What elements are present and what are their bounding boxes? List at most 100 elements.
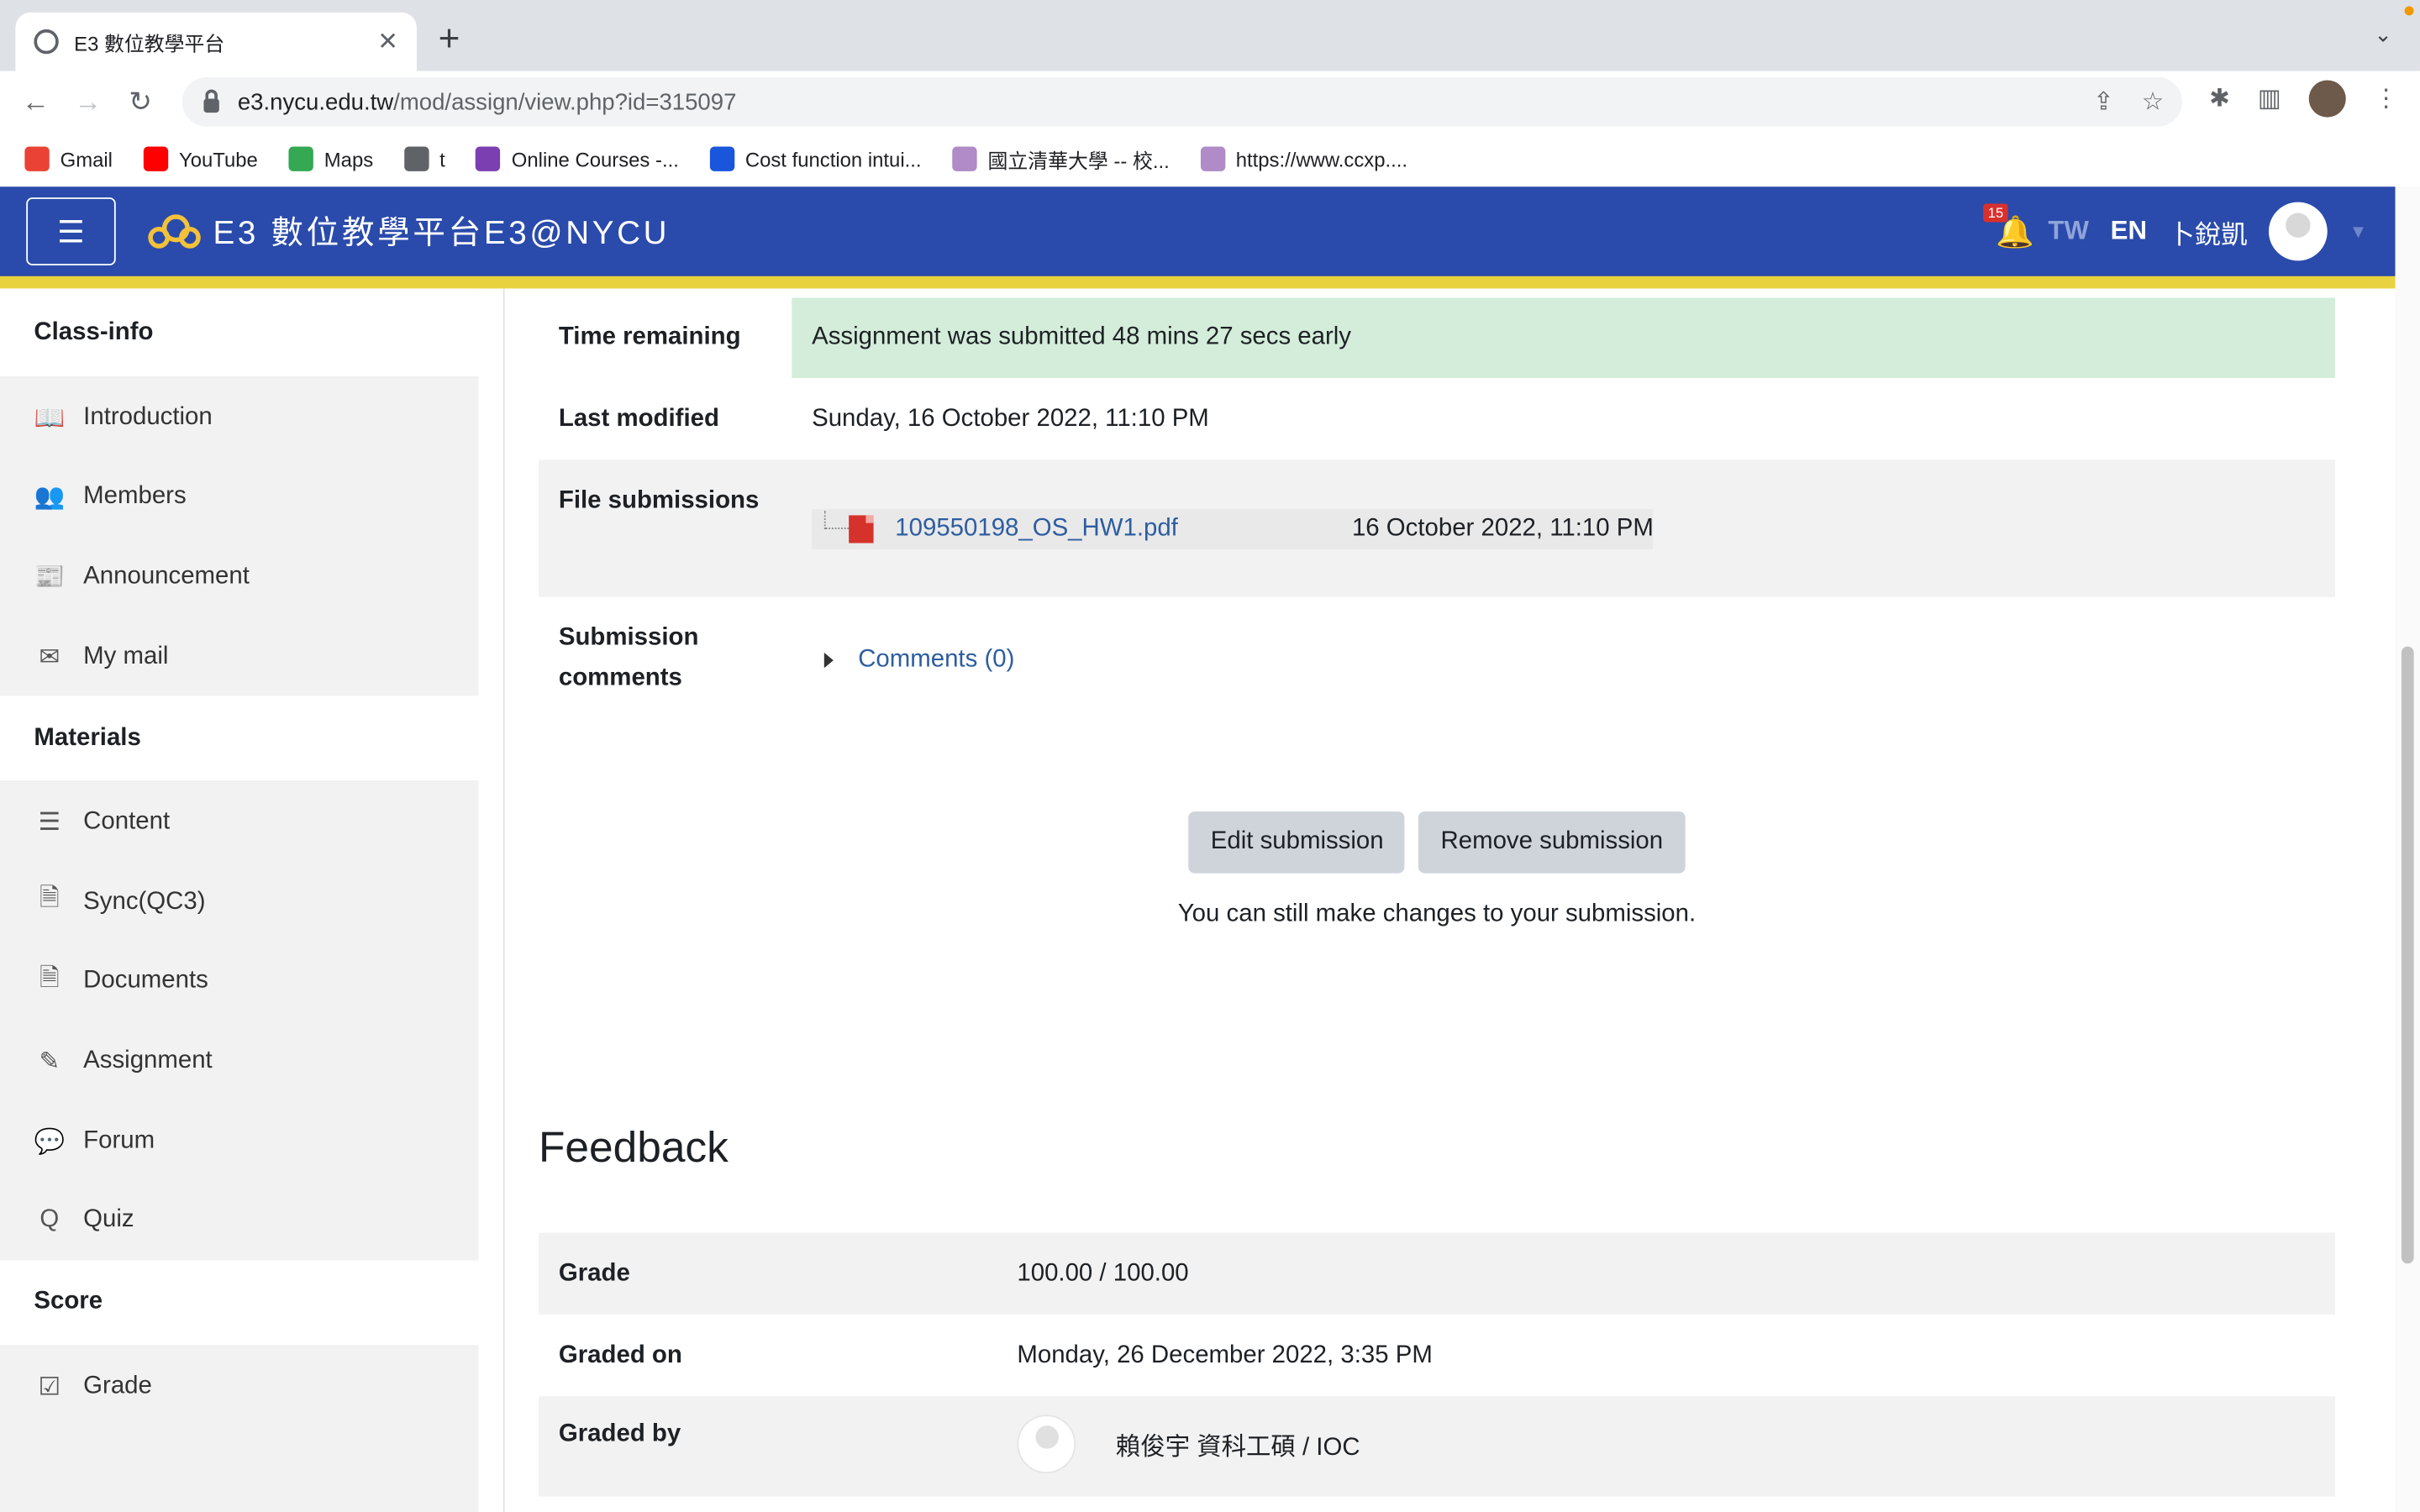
address-bar[interactable]: e3.nycu.edu.tw/mod/assign/view.php?id=31…	[182, 76, 2183, 127]
notification-badge: 15	[1983, 202, 2008, 222]
sidebar-item-label: Quiz	[83, 1206, 134, 1233]
url-host: e3.nycu.edu.tw	[237, 88, 394, 115]
tab-title: E3 數位教學平台	[74, 31, 225, 55]
puzzle-icon[interactable]: ✱	[2209, 83, 2230, 114]
bookmark-item[interactable]: t	[403, 146, 445, 171]
newspaper-icon: 📰	[34, 564, 66, 591]
star-icon[interactable]: ☆	[2142, 87, 2164, 118]
bookmark-label: Maps	[324, 147, 374, 171]
remove-submission-button[interactable]: Remove submission	[1418, 811, 1685, 874]
bookmark-item[interactable]: Maps	[288, 146, 374, 171]
sidebar-section-heading: Class-info	[0, 288, 479, 378]
sidebar-item-documents[interactable]: 🗎 Documents	[0, 942, 478, 1021]
scrollbar-thumb[interactable]	[2401, 646, 2414, 1264]
envelope-icon: ✉	[39, 643, 60, 671]
bookmark-favicon-icon	[143, 146, 169, 171]
sidebar-item-announcement[interactable]: 📰 Announcement	[0, 538, 478, 617]
bookmark-item[interactable]: YouTube	[143, 146, 258, 171]
lang-en-link[interactable]: EN	[2111, 216, 2147, 247]
lock-icon	[203, 88, 219, 113]
menu-dots-icon[interactable]: ⋮	[2374, 83, 2398, 114]
browser-tab[interactable]: E3 數位教學平台 ✕	[15, 12, 417, 71]
bookmark-item[interactable]: Gmail	[24, 146, 113, 171]
url-path: /mod/assign/view.php?id=315097	[393, 88, 737, 115]
sidebar-item-label: Members	[83, 483, 187, 510]
globe-icon	[34, 29, 59, 55]
sidebar-item-label: Assignment	[83, 1047, 213, 1074]
sidebar-item-sync-qc3[interactable]: 🗎 Sync(QC3)	[0, 863, 478, 942]
back-icon[interactable]: ←	[9, 86, 61, 118]
sidebar-item-my-mail[interactable]: ✉ My mail	[0, 617, 478, 696]
feedback-table: Grade 100.00 / 100.00 Graded on Monday, …	[539, 1232, 2335, 1497]
sidebar-item-label: Forum	[83, 1126, 155, 1154]
file-link[interactable]: 109550198_OS_HW1.pdf	[895, 515, 1352, 543]
file-submissions-row: File submissions 109550198_OS_HW1.pdf 16…	[539, 459, 2335, 597]
bookmark-favicon-icon	[24, 146, 50, 171]
sidebar-item-content[interactable]: ☰ Content	[0, 783, 478, 863]
bookmark-item[interactable]: Online Courses -...	[476, 146, 679, 171]
edit-submission-button[interactable]: Edit submission	[1189, 811, 1406, 874]
sidebar-item-label: Grade	[83, 1373, 152, 1399]
chevron-down-icon[interactable]: ⌄	[2374, 22, 2392, 48]
bookmark-favicon-icon	[476, 146, 501, 171]
brand[interactable]: E3 數位教學平台E3@NYCU	[148, 208, 670, 255]
cloud-logo-icon	[148, 214, 201, 249]
bookmark-item[interactable]: https://www.ccxp....	[1200, 146, 1407, 171]
sidebar-item-grade[interactable]: ☑ Grade	[0, 1347, 478, 1426]
time-remaining-value: Assignment was submitted 48 mins 27 secs…	[792, 297, 2335, 378]
reload-icon[interactable]: ↻	[114, 86, 166, 118]
lang-tw-link[interactable]: TW	[2048, 216, 2089, 247]
profile-avatar[interactable]	[2308, 80, 2346, 118]
bookmark-label: Cost function intui...	[744, 147, 922, 171]
caret-down-icon[interactable]: ▼	[2349, 221, 2368, 243]
bookmarks-bar: Gmail YouTube Maps t Online Courses -... Cost…	[0, 132, 2420, 186]
bookmark-favicon-icon	[403, 146, 429, 171]
bookmark-label: https://www.ccxp....	[1235, 147, 1408, 171]
comments-toggle[interactable]: Comments (0)	[812, 647, 2315, 675]
time-remaining-label: Time remaining	[558, 323, 741, 350]
hamburger-menu-button[interactable]: ☰	[26, 197, 116, 265]
notification-dot	[2404, 6, 2414, 16]
file-entry: 109550198_OS_HW1.pdf 16 October 2022, 11…	[812, 509, 1654, 549]
side-panel-icon[interactable]: ▥	[2258, 83, 2281, 114]
graded-by-value[interactable]: 賴俊宇 資科工碩 / IOC	[1116, 1425, 1360, 1462]
last-modified-label: Last modified	[558, 405, 719, 432]
check-square-icon: ☑	[38, 1374, 60, 1401]
sidebar: Class-info 📖 Introduction 👥 Members 📰 Announce…	[0, 288, 479, 1512]
comments-link[interactable]: Comments (0)	[858, 647, 1014, 675]
submission-comments-label: Submission comments	[539, 619, 792, 733]
user-avatar[interactable]	[2269, 202, 2328, 261]
sidebar-item-quiz[interactable]: Q Quiz	[0, 1181, 478, 1261]
bookmark-item[interactable]: Cost function intui...	[709, 146, 922, 171]
book-icon: 📖	[34, 405, 66, 432]
new-tab-button[interactable]: +	[439, 18, 460, 61]
share-icon[interactable]: ⇪	[2093, 87, 2114, 118]
grade-label: Grade	[558, 1259, 630, 1286]
sidebar-section-heading: Score	[0, 1260, 479, 1347]
file-icon: 🗎	[39, 885, 60, 912]
graded-on-label: Graded on	[558, 1341, 682, 1368]
browser-tab-bar: E3 數位教學平台 ✕ + ⌄	[0, 0, 2420, 71]
sidebar-item-assignment[interactable]: ✎ Assignment	[0, 1021, 478, 1101]
app-header: ☰ E3 數位教學平台E3@NYCU 🔔 15 TW EN 卜銳凱 ▼	[0, 186, 2396, 280]
bookmark-label: t	[439, 147, 445, 171]
graded-by-label: Graded by	[558, 1420, 681, 1447]
users-icon: 👥	[34, 485, 66, 512]
close-icon[interactable]: ✕	[377, 26, 398, 57]
last-modified-row: Last modified Sunday, 16 October 2022, 1…	[539, 378, 2335, 459]
bell-icon[interactable]: 🔔 15	[1983, 202, 2034, 251]
tree-line	[823, 510, 850, 529]
sidebar-item-members[interactable]: 👥 Members	[0, 458, 478, 538]
sidebar-item-introduction[interactable]: 📖 Introduction	[0, 378, 478, 458]
page-scrollbar[interactable]	[2395, 186, 2420, 1512]
sidebar-item-forum[interactable]: 💬 Forum	[0, 1101, 478, 1181]
graded-on-row: Graded on Monday, 26 December 2022, 3:35…	[539, 1315, 2335, 1396]
forward-icon[interactable]: →	[61, 86, 113, 118]
quiz-icon: Q	[39, 1206, 60, 1233]
bookmark-item[interactable]: 國立清華大學 -- 校...	[952, 144, 1170, 174]
user-name[interactable]: 卜銳凱	[2169, 213, 2248, 251]
submission-comments-label-line2: comments	[558, 664, 682, 691]
comments-icon: 💬	[34, 1128, 66, 1155]
grader-avatar[interactable]	[1017, 1415, 1076, 1474]
bookmark-favicon-icon	[709, 146, 734, 171]
